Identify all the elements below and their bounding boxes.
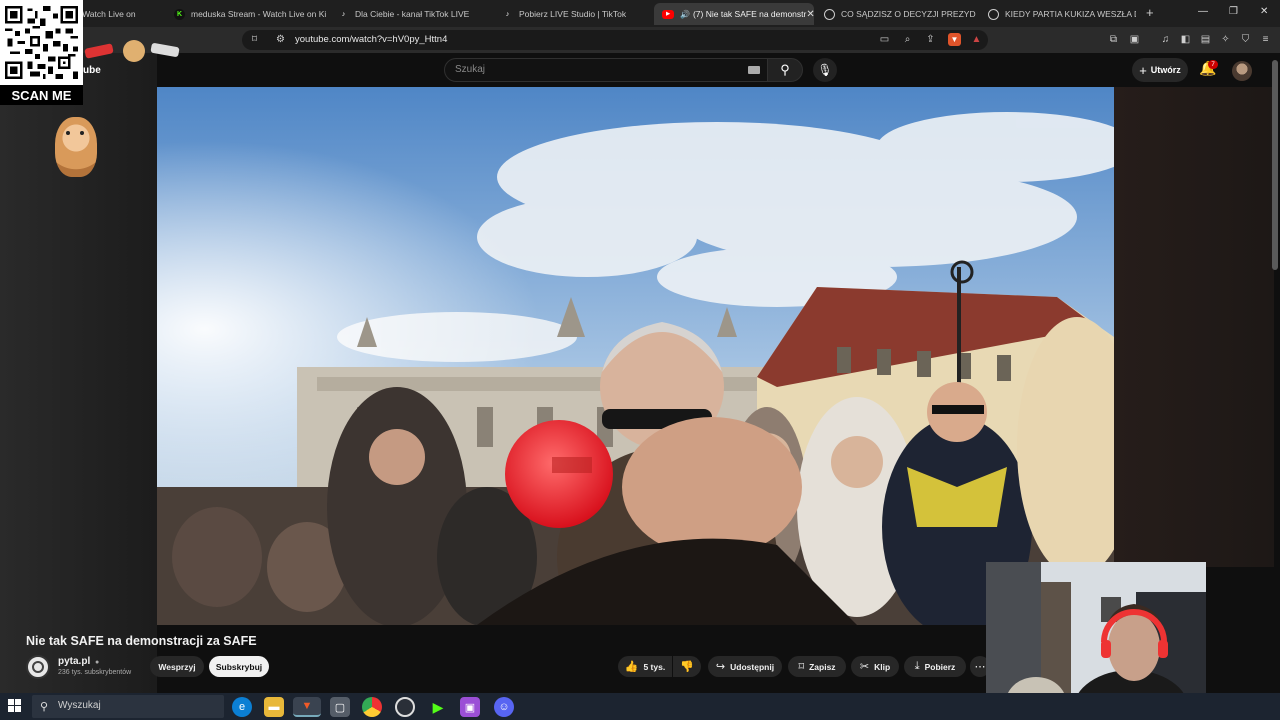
bookmark-icon[interactable]: ⌑: [248, 33, 261, 46]
channel-avatar[interactable]: [26, 655, 50, 679]
hamster-sticker: [55, 117, 97, 177]
search-input[interactable]: [444, 58, 768, 82]
edge-icon[interactable]: e: [232, 697, 252, 717]
brave-rewards-icon[interactable]: ▲: [970, 33, 983, 46]
thumbs-up-icon: 👍: [624, 661, 639, 673]
zoom-icon[interactable]: ⌕: [901, 33, 914, 46]
share-icon[interactable]: ⇪: [924, 33, 937, 46]
close-window-icon[interactable]: ✕: [1260, 6, 1268, 17]
thumbs-down-icon: 👎: [680, 661, 694, 673]
search-placeholder: Szukaj: [455, 64, 486, 75]
account-avatar[interactable]: [1232, 61, 1252, 81]
youtube-logo[interactable]: ube: [83, 65, 101, 76]
site-info-icon[interactable]: ⚙: [274, 33, 287, 46]
page-scrollbar[interactable]: [1272, 60, 1278, 270]
media-icon[interactable]: ♫: [1159, 33, 1172, 46]
qr-code: [0, 0, 83, 85]
cast-icon[interactable]: ▭: [878, 33, 891, 46]
menu-icon[interactable]: ≡: [1259, 33, 1272, 46]
keyboard-icon[interactable]: [748, 66, 760, 74]
search-button[interactable]: ⚲: [767, 58, 803, 82]
video-player[interactable]: [157, 87, 1114, 625]
tiktok-icon: ♪: [341, 10, 346, 18]
clip-button[interactable]: ✂ Klip: [851, 656, 899, 677]
channel-name[interactable]: pyta.pl ●: [58, 656, 99, 667]
brave-icon[interactable]: ▼: [293, 697, 321, 717]
vpn-icon[interactable]: ⛉: [1239, 33, 1252, 46]
kick-icon: K: [174, 8, 185, 20]
notifications-badge: 7: [1208, 60, 1218, 69]
search-icon: ⚲: [40, 701, 49, 713]
subscribe-button[interactable]: Subskrybuj: [209, 656, 269, 677]
restore-icon[interactable]: ❐: [1229, 6, 1238, 17]
dislike-button[interactable]: 👎: [673, 656, 701, 677]
new-tab-icon[interactable]: +: [1146, 5, 1154, 20]
verified-icon: ●: [95, 659, 100, 666]
download-button[interactable]: ⤓ Pobierz: [904, 656, 966, 677]
tab-youtube-active[interactable]: ▶ 🔊 (7) Nie tak SAFE na demonstr ✕: [654, 3, 814, 25]
tiktok-icon: ♪: [505, 10, 510, 18]
split-view-icon[interactable]: ◧: [1179, 33, 1192, 46]
share-arrow-icon: ↪: [715, 661, 726, 673]
browser-tab-bar: eam - Watch Live on K meduska Stream - W…: [0, 0, 1280, 27]
close-tab-icon[interactable]: ✕: [806, 9, 814, 20]
voice-search-button[interactable]: 🎙: [813, 58, 837, 82]
video-title: Nie tak SAFE na demonstracji za SAFE: [26, 634, 257, 648]
share-button[interactable]: ↪ Udostępnij: [708, 656, 782, 677]
minimize-icon[interactable]: —: [1198, 6, 1208, 17]
youtube-icon: ▶: [662, 9, 674, 19]
mic-icon: 🎙: [817, 63, 833, 77]
create-button[interactable]: + Utwórz: [1132, 58, 1188, 82]
stream-overlay-decoration: [84, 40, 185, 65]
tab-kick-meduska[interactable]: K meduska Stream - Watch Live on Kic: [166, 3, 326, 25]
tab-co-sadzisz[interactable]: CO SĄDZISZ O DECYZJI PREZYDENTA: [816, 3, 976, 25]
search-icon: ⚲: [780, 62, 790, 77]
chrome-icon: [824, 8, 835, 20]
chrome-icon: [988, 8, 999, 20]
save-button[interactable]: ⌑ Zapisz: [788, 656, 846, 677]
app-window-icon[interactable]: ▢: [330, 697, 350, 717]
file-explorer-icon[interactable]: ▬: [264, 697, 284, 717]
extensions-icon[interactable]: ⧉: [1107, 33, 1120, 46]
speaker-icon: 🔊: [680, 9, 690, 19]
discord-icon[interactable]: ☺: [494, 697, 514, 717]
chrome-taskbar-icon[interactable]: [362, 697, 382, 717]
plus-icon: +: [1139, 62, 1147, 78]
taskbar-search-placeholder: Wyszukaj: [58, 700, 101, 711]
channel-subscribers: 236 tys. subskrybentów: [58, 669, 132, 676]
windows-start-icon[interactable]: [8, 699, 22, 713]
scissors-icon: ✂: [859, 661, 870, 673]
obs-icon[interactable]: [395, 697, 415, 717]
sidebar-icon[interactable]: ▣: [1128, 33, 1141, 46]
tab-kiedy-partia[interactable]: KIEDY PARTIA KUKIZA WESZŁA DO S: [980, 3, 1136, 25]
right-background: [1114, 87, 1274, 567]
url-text[interactable]: youtube.com/watch?v=hV0py_Httn4: [295, 34, 447, 45]
bookmark-save-icon: ⌑: [798, 661, 805, 673]
like-button[interactable]: 👍 5 tys.: [618, 656, 672, 677]
leo-ai-icon[interactable]: ✧: [1219, 33, 1232, 46]
kick-app-icon[interactable]: ▶: [428, 697, 448, 717]
download-icon: ⤓: [914, 660, 920, 672]
wallet-icon[interactable]: ▤: [1199, 33, 1212, 46]
tab-tiktok-live-studio[interactable]: ♪ Pobierz LIVE Studio | TikTok: [494, 3, 654, 25]
qr-scan-label: SCAN ME: [0, 85, 83, 105]
brave-shield-icon[interactable]: ▼: [948, 33, 961, 46]
more-dots-icon: ⋯: [974, 661, 986, 673]
tab-tiktok-dla-ciebie[interactable]: ♪ Dla Ciebie - kanał TikTok LIVE: [330, 3, 490, 25]
streamlabs-icon[interactable]: ▣: [460, 697, 480, 717]
support-button[interactable]: Wesprzyj: [150, 656, 204, 677]
